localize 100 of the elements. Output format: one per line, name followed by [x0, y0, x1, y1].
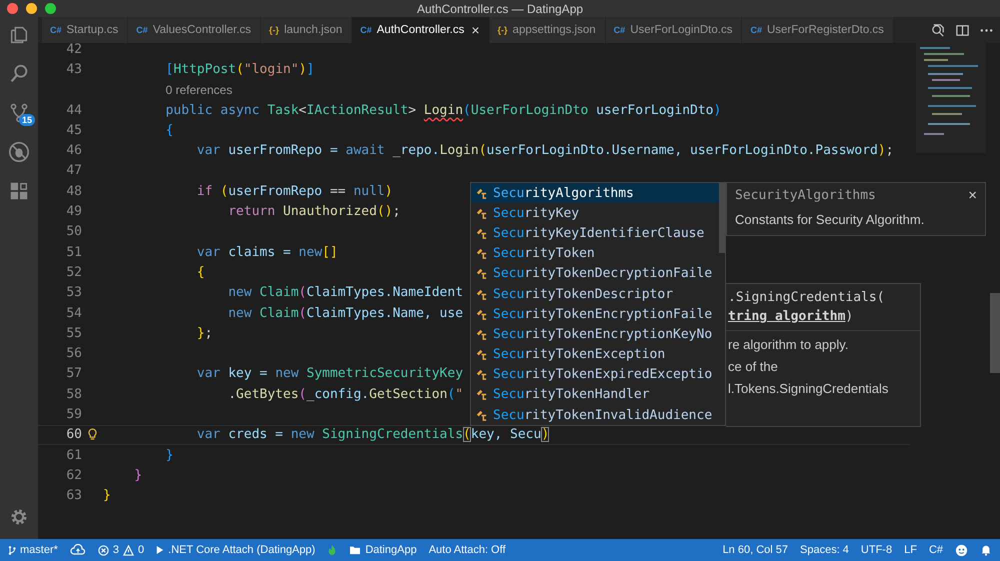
editor-tab[interactable]: {-} launch.json — [261, 17, 352, 43]
suggestion-item[interactable]: Secu rityTokenHandler — [471, 384, 719, 406]
split-editor-icon[interactable] — [955, 22, 970, 38]
suggestion-item[interactable]: Secu rityAlgorithms — [471, 183, 719, 204]
auto-attach-item[interactable]: Auto Attach: Off — [428, 544, 506, 556]
code-line: var userFromRepo = await _repo.Login(userForLoginDto.Username, userForLoginDto.Password); — [196, 143, 894, 158]
editor-tab[interactable]: C# Startup.cs — [42, 17, 128, 43]
code-line: var claims = new[] — [196, 244, 338, 260]
code-line: } — [103, 488, 111, 504]
line-number: 47 — [65, 163, 82, 178]
line-number: 45 — [65, 122, 82, 138]
details-title: SecurityAlgorithms — [735, 188, 876, 203]
error-count[interactable]: 3 — [112, 544, 120, 556]
sync-icon[interactable] — [70, 544, 86, 556]
branch-icon[interactable] — [8, 544, 16, 556]
suggestion-item[interactable]: Secu rityTokenException — [471, 344, 719, 365]
class-icon — [475, 368, 488, 382]
editor-tab[interactable]: C# UserForRegisterDto.cs — [742, 17, 894, 43]
folder-icon[interactable] — [349, 545, 362, 555]
line-number: 55 — [65, 326, 82, 341]
bell-icon[interactable] — [980, 544, 992, 556]
encoding-item[interactable]: UTF-8 — [860, 544, 892, 556]
files-icon[interactable] — [8, 24, 30, 46]
line-number: 50 — [65, 224, 82, 240]
branch-name[interactable]: master* — [20, 544, 58, 556]
code-line: } — [134, 468, 142, 483]
class-icon — [475, 348, 488, 362]
code-line: return Unauthorized(); — [228, 204, 400, 220]
class-icon — [475, 308, 488, 321]
editor-tab[interactable]: C# ValuesController.cs — [128, 17, 262, 43]
line-number: 49 — [65, 204, 82, 220]
line-number: 58 — [65, 386, 82, 402]
line-ending-item[interactable]: LF — [904, 544, 917, 556]
extensions-icon[interactable] — [8, 180, 30, 202]
suggestion-item[interactable]: Secu rityTokenExpiredExceptio — [471, 364, 719, 385]
hint-doc-text: ce of the — [728, 359, 779, 374]
cursor-position[interactable]: Ln 60, Col 57 — [722, 544, 788, 556]
code-line: if (userFromRepo == null) — [196, 184, 393, 199]
indentation-item[interactable]: Spaces: 4 — [800, 544, 849, 556]
line-number: 63 — [65, 488, 82, 504]
line-number: 57 — [65, 366, 82, 382]
signature-text: .SigningCredentials( tring algorithm) — [726, 288, 920, 331]
suggestion-item[interactable]: Secu rityKey — [471, 203, 719, 224]
suggestion-item[interactable]: Secu rityToken — [471, 244, 719, 264]
code-line: { — [196, 264, 205, 280]
close-button[interactable]: × — [968, 187, 977, 204]
class-icon — [475, 226, 488, 240]
line-number: 59 — [65, 406, 82, 422]
hint-doc-text: re algorithm to apply. — [728, 337, 850, 352]
details-description: Constants for Security Algorithm. — [735, 212, 926, 227]
search-icon[interactable] — [8, 63, 30, 85]
debug-icon[interactable] — [8, 141, 30, 163]
editor-tab[interactable]: C# AuthController.cs × — [352, 17, 490, 43]
suggestion-item[interactable]: Secu rityTokenInvalidAudience — [471, 405, 719, 425]
debug-config[interactable]: .NET Core Attach (DatingApp) — [168, 544, 316, 556]
class-icon — [475, 186, 488, 200]
line-number: 46 — [65, 143, 82, 158]
line-number: 43 — [65, 62, 82, 77]
suggestion-item[interactable]: Secu rityTokenDescriptor — [471, 284, 719, 304]
code-line: var creds = new SigningCredentials(key, Secu) — [196, 427, 550, 442]
class-icon — [475, 288, 488, 301]
code-line: var key = new SymmetricSecurityKey — [196, 366, 464, 382]
lightbulb-icon[interactable] — [88, 428, 97, 442]
window-zoom-button[interactable] — [45, 3, 56, 14]
suggestion-item[interactable]: Secu rityTokenEncryptionKeyNo — [471, 324, 719, 344]
suggestion-item[interactable]: Secu rityTokenEncryptionFaile — [471, 304, 719, 324]
class-icon — [475, 408, 488, 422]
suggestion-item[interactable]: Secu rityKeyIdentifierClause — [471, 223, 719, 244]
line-number: 44 — [65, 102, 82, 118]
compare-changes-icon[interactable] — [931, 22, 946, 38]
editor-tab[interactable]: C# UserForLoginDto.cs — [606, 17, 742, 43]
scrollbar-thumb[interactable] — [990, 293, 1000, 373]
window-minimize-button[interactable] — [26, 3, 37, 14]
suggestion-item[interactable]: Secu rityTokenDecryptionFaile — [471, 264, 719, 284]
feedback-icon[interactable] — [955, 544, 968, 556]
line-number: 54 — [65, 306, 82, 320]
settings-icon[interactable] — [9, 507, 29, 527]
play-icon[interactable] — [156, 545, 164, 555]
source-control-icon[interactable] — [8, 102, 30, 124]
line-number: 53 — [65, 285, 82, 300]
window-close-button[interactable] — [7, 3, 18, 14]
class-icon — [475, 328, 488, 341]
class-icon — [475, 206, 488, 220]
code-line: { — [166, 122, 174, 138]
warning-icon[interactable] — [123, 544, 134, 556]
codelens-link[interactable]: 0 references — [166, 82, 232, 97]
language-item[interactable]: C# — [928, 544, 943, 556]
line-number: 62 — [65, 468, 82, 483]
close-tab-button[interactable]: × — [471, 22, 480, 38]
warning-count[interactable]: 0 — [138, 544, 144, 556]
error-icon[interactable] — [98, 544, 109, 556]
code-line: } — [166, 448, 174, 463]
line-number: 60 — [65, 427, 82, 442]
code-line: new Claim(ClaimTypes.Name, use — [228, 306, 464, 320]
line-number: 51 — [65, 244, 82, 260]
folder-name[interactable]: DatingApp — [365, 544, 417, 556]
minimap-drawing[interactable] — [916, 43, 986, 153]
code-line: }; — [196, 326, 213, 341]
editor-tab[interactable]: {-} appsettings.json — [490, 17, 606, 43]
code-line: .GetBytes(_config.GetSection(" — [228, 386, 464, 402]
